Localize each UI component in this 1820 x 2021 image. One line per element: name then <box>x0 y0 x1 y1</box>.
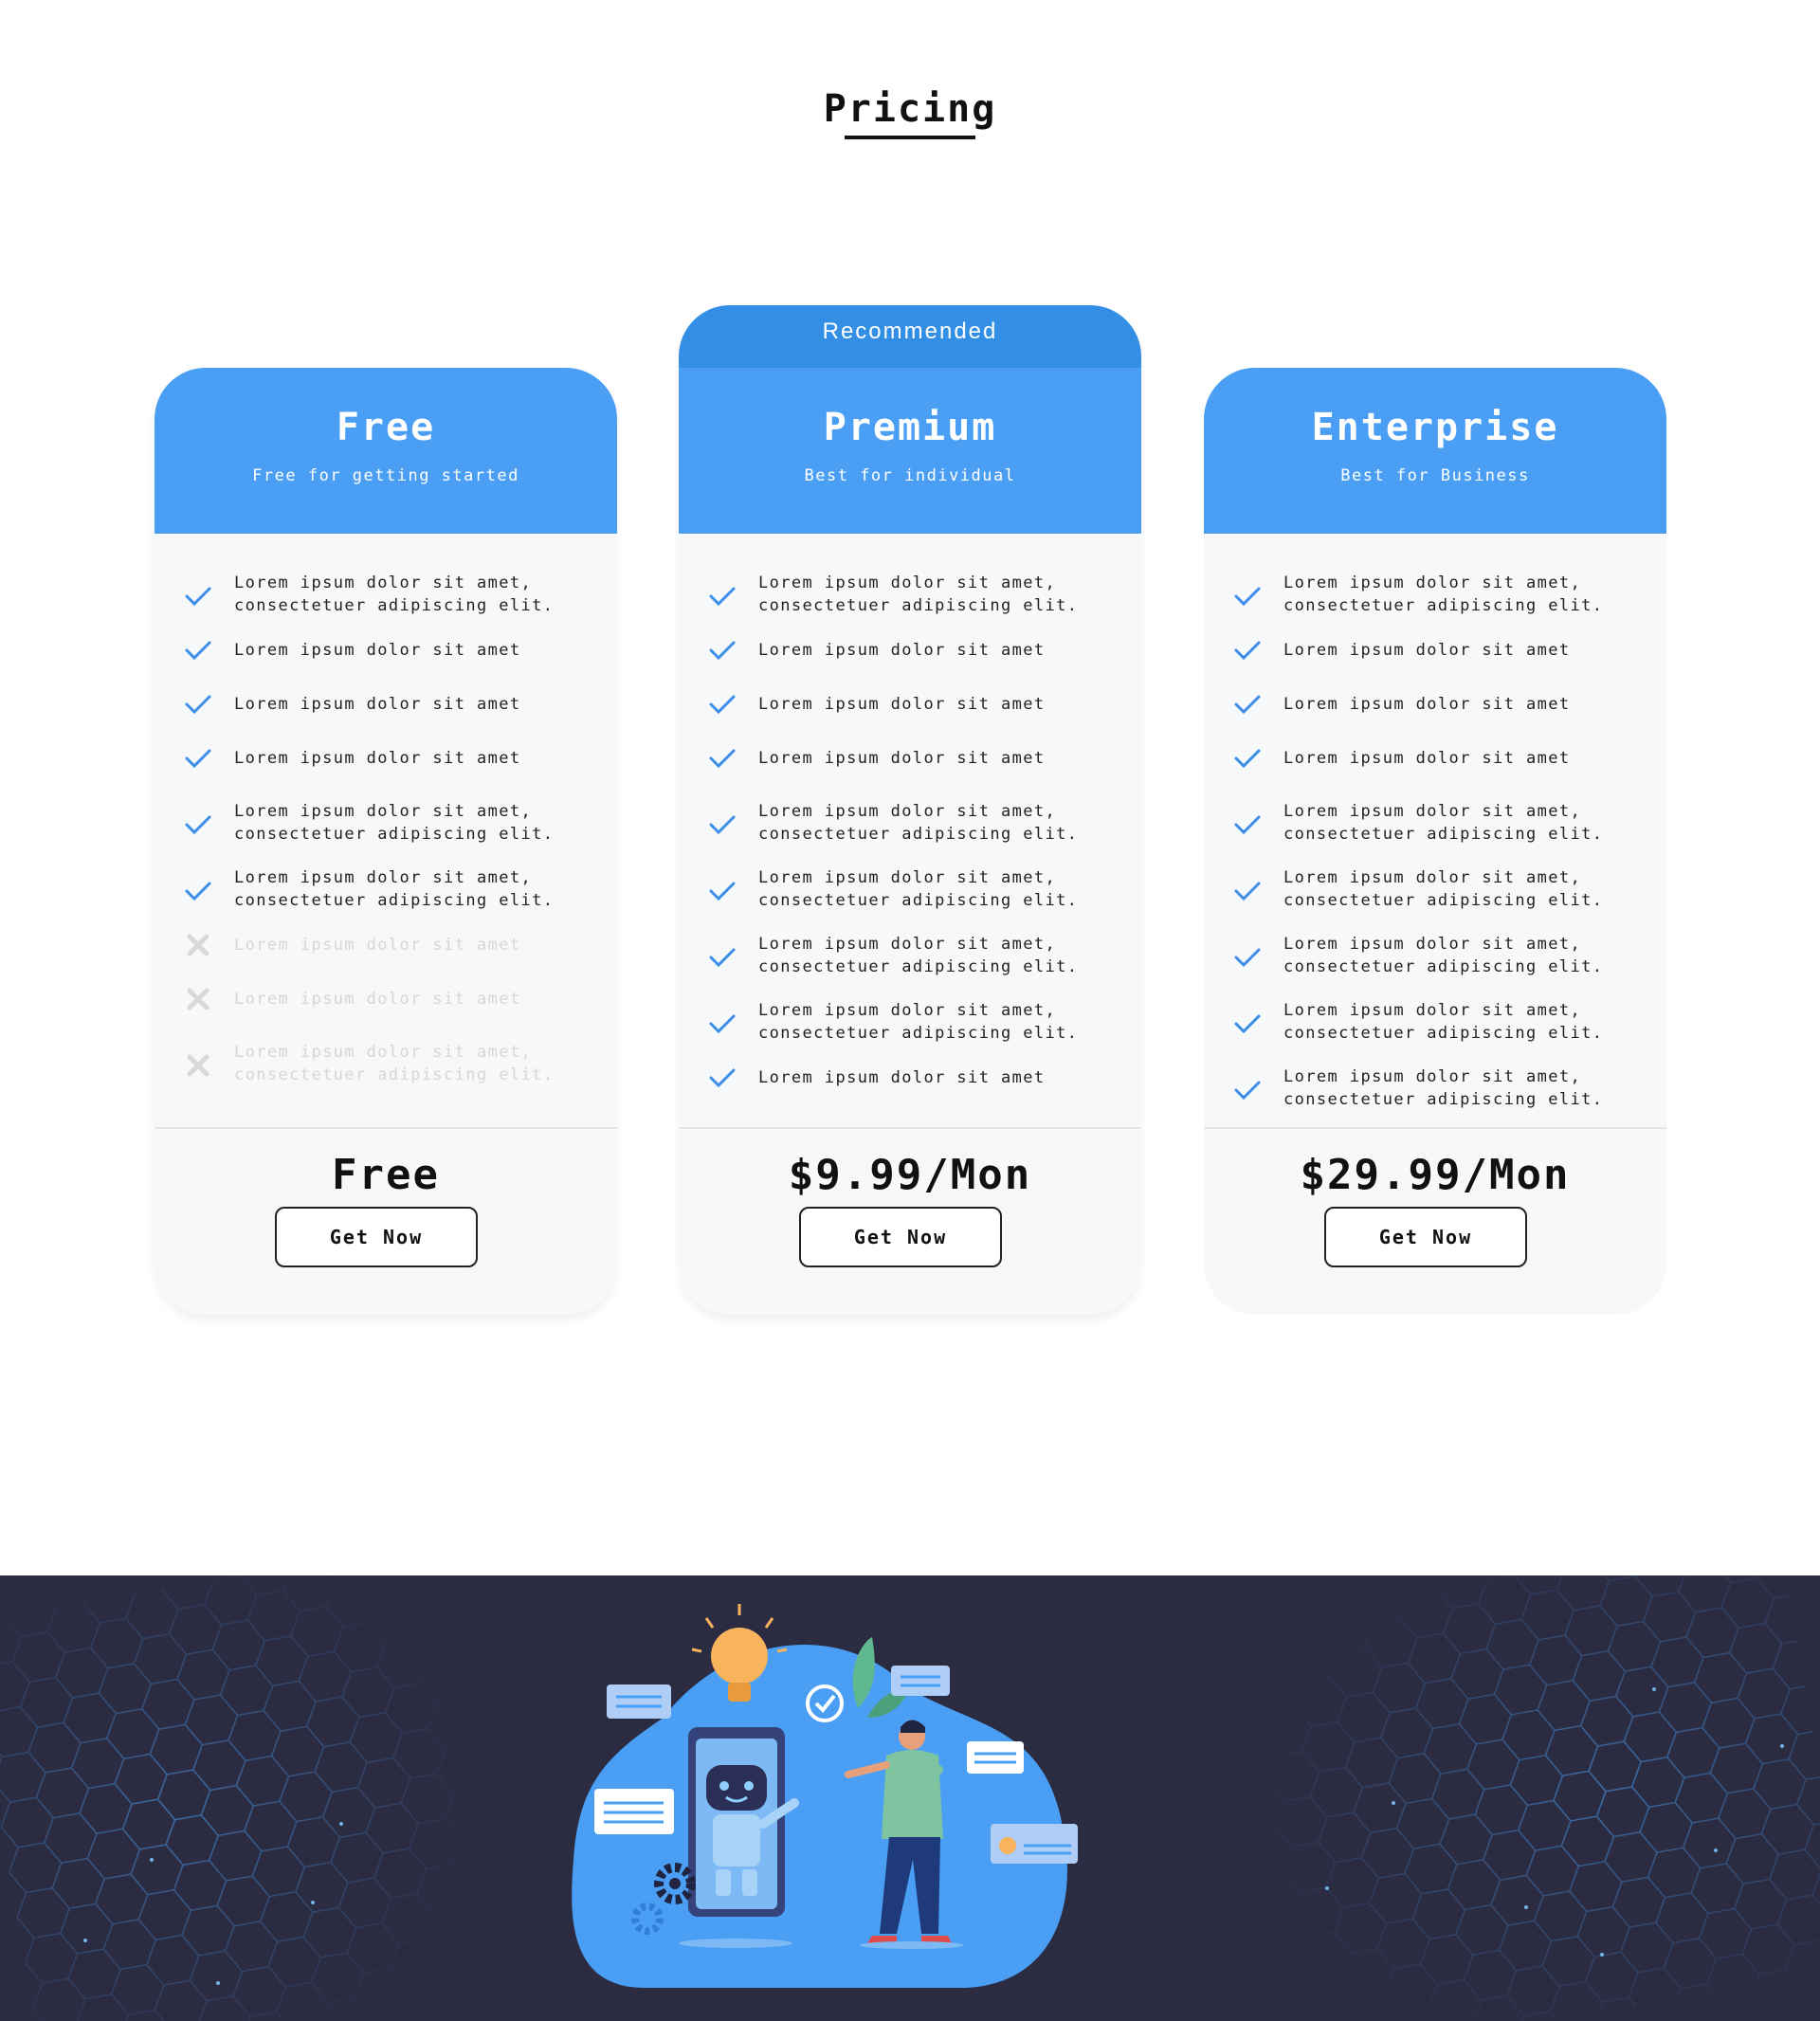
check-icon <box>184 877 212 905</box>
check-icon <box>1233 744 1262 773</box>
check-icon <box>1233 1076 1262 1104</box>
footer-banner <box>0 1575 1820 2021</box>
get-now-button[interactable]: Get Now <box>275 1207 478 1267</box>
check-icon <box>1233 810 1262 839</box>
feature-text: Lorem ipsum dolor sit amet, consectetuer… <box>1283 935 1604 976</box>
get-now-button[interactable]: Get Now <box>799 1207 1002 1267</box>
feature-text: Lorem ipsum dolor sit amet <box>758 749 1046 768</box>
hex-pattern-right <box>1197 1575 1820 2021</box>
feature-text: Lorem ipsum dolor sit amet <box>234 641 521 660</box>
check-icon <box>184 810 212 839</box>
hex-pattern-left <box>0 1575 547 2021</box>
check-icon <box>708 690 737 719</box>
feature-text: Lorem ipsum dolor sit amet <box>758 1068 1046 1087</box>
plan-subtitle: Best for individual <box>804 466 1016 485</box>
recommended-badge: Recommended <box>679 305 1141 368</box>
check-icon <box>708 582 737 610</box>
check-icon <box>708 943 737 972</box>
card-divider <box>155 1127 617 1129</box>
check-icon <box>708 810 737 839</box>
feature-text: Lorem ipsum dolor sit amet <box>758 641 1046 660</box>
feature-text: Lorem ipsum dolor sit amet <box>1283 749 1571 768</box>
plan-price: Free <box>332 1151 440 1199</box>
feature-text: Lorem ipsum dolor sit amet, consectetuer… <box>1283 1001 1604 1043</box>
plan-price: $29.99/Mon <box>1300 1151 1571 1199</box>
feature-text: Lorem ipsum dolor sit amet, consectetuer… <box>234 574 555 615</box>
plan-name: Enterprise <box>1311 406 1559 449</box>
plan-price: $9.99/Mon <box>788 1151 1032 1199</box>
title-underline <box>845 136 975 139</box>
feature-text: Lorem ipsum dolor sit amet, consectetuer… <box>1283 802 1604 844</box>
feature-text: Lorem ipsum dolor sit amet <box>758 695 1046 714</box>
feature-text: Lorem ipsum dolor sit amet <box>234 749 521 768</box>
plan-subtitle: Free for getting started <box>252 466 519 485</box>
check-badge-icon <box>806 1684 844 1722</box>
check-icon <box>184 744 212 773</box>
check-icon <box>708 1010 737 1038</box>
check-icon <box>1233 1010 1262 1038</box>
feature-text: Lorem ipsum dolor sit amet, consectetuer… <box>234 802 555 844</box>
card-header: Enterprise Best for Business <box>1204 368 1666 534</box>
card-divider <box>679 1127 1141 1129</box>
feature-text: Lorem ipsum dolor sit amet, consectetuer… <box>758 802 1079 844</box>
pricing-card-free: Free Free for getting started Lorem ipsu… <box>155 368 617 1315</box>
feature-text: Lorem ipsum dolor sit amet, consectetuer… <box>1283 1067 1604 1109</box>
check-icon <box>708 877 737 905</box>
pricing-card-enterprise: Enterprise Best for Business Lorem ipsum… <box>1204 368 1666 1315</box>
check-icon <box>708 636 737 665</box>
feature-text: Lorem ipsum dolor sit amet, consectetuer… <box>758 1001 1079 1043</box>
card-header: Free Free for getting started <box>155 368 617 534</box>
card-header: Premium Best for individual <box>679 368 1141 534</box>
feature-text: Lorem ipsum dolor sit amet, consectetuer… <box>234 868 555 910</box>
check-icon <box>184 690 212 719</box>
page-title: Pricing <box>823 87 997 131</box>
feature-text: Lorem ipsum dolor sit amet, consectetuer… <box>234 1043 555 1084</box>
pricing-card-premium: Recommended Premium Best for individual … <box>679 305 1141 1315</box>
feature-text: Lorem ipsum dolor sit amet, consectetuer… <box>758 935 1079 976</box>
plan-subtitle: Best for Business <box>1340 466 1530 485</box>
check-icon <box>1233 582 1262 610</box>
check-icon <box>708 744 737 773</box>
check-icon <box>1233 636 1262 665</box>
x-icon <box>184 1051 212 1080</box>
get-now-button[interactable]: Get Now <box>1324 1207 1527 1267</box>
feature-text: Lorem ipsum dolor sit amet, consectetuer… <box>758 868 1079 910</box>
plan-name: Premium <box>823 406 997 449</box>
check-icon <box>1233 690 1262 719</box>
check-icon <box>184 636 212 665</box>
feature-text: Lorem ipsum dolor sit amet <box>1283 641 1571 660</box>
robot-phone-illustration <box>688 1727 799 1917</box>
card-divider <box>1204 1127 1666 1129</box>
check-icon <box>184 582 212 610</box>
feature-text: Lorem ipsum dolor sit amet <box>234 990 521 1009</box>
x-icon <box>184 931 212 959</box>
feature-text: Lorem ipsum dolor sit amet <box>234 936 521 955</box>
check-icon <box>1233 877 1262 905</box>
check-icon <box>708 1064 737 1092</box>
feature-text: Lorem ipsum dolor sit amet <box>1283 695 1571 714</box>
feature-text: Lorem ipsum dolor sit amet <box>234 695 521 714</box>
feature-text: Lorem ipsum dolor sit amet, consectetuer… <box>758 574 1079 615</box>
x-icon <box>184 985 212 1013</box>
avatar-icon <box>999 1837 1016 1854</box>
feature-text: Lorem ipsum dolor sit amet, consectetuer… <box>1283 574 1604 615</box>
plan-name: Free <box>336 406 436 449</box>
check-icon <box>1233 943 1262 972</box>
feature-text: Lorem ipsum dolor sit amet, consectetuer… <box>1283 868 1604 910</box>
footer-illustration <box>0 1575 1820 2021</box>
